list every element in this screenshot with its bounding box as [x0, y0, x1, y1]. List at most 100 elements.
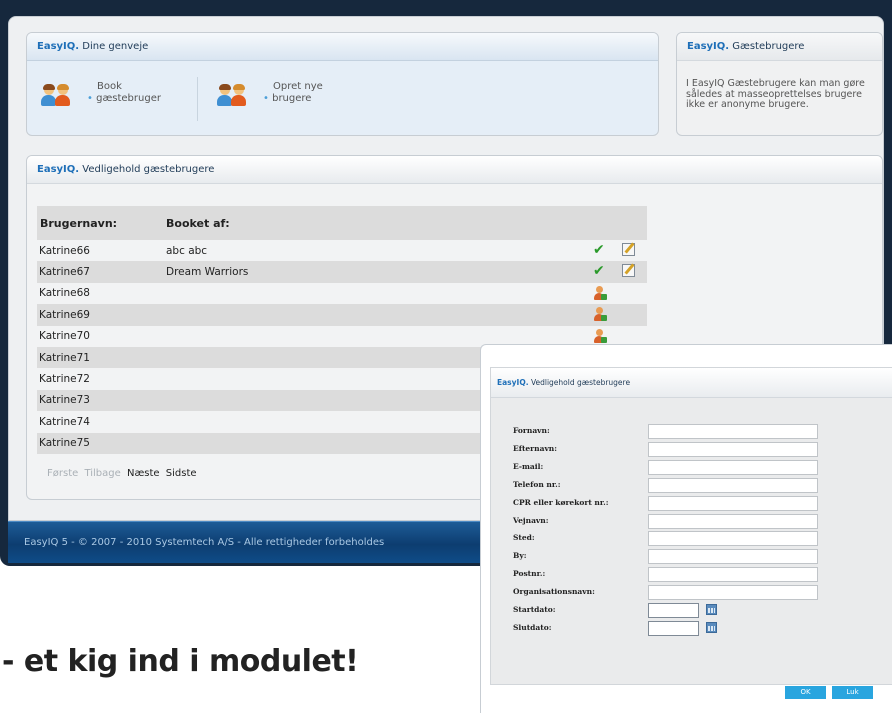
field-label: Slutdato: — [513, 622, 552, 632]
form-row: Organisationsnavn: — [513, 585, 892, 601]
shortcut-line2: brugere — [272, 93, 312, 104]
shortcut-divider — [197, 77, 198, 121]
shortcut-line1: Opret nye — [273, 81, 323, 92]
shortcuts-panel-header: EasyIQ. Dine genveje — [27, 33, 658, 61]
table-row[interactable]: Katrine68 — [37, 282, 647, 305]
column-header-username: Brugernavn: — [40, 216, 118, 230]
field-label: Sted: — [513, 533, 535, 543]
cell-username: Katrine69 — [39, 308, 90, 321]
brand-label: EasyIQ. — [497, 378, 529, 387]
bullet: • — [263, 93, 269, 104]
brand-label: EasyIQ. — [687, 41, 730, 52]
cell-username: Katrine68 — [39, 287, 90, 300]
users-icon — [217, 83, 249, 109]
add-user-icon[interactable] — [593, 285, 607, 302]
footer-text: EasyIQ 5 - © 2007 - 2010 Systemtech A/S … — [24, 537, 385, 548]
bullet: • — [87, 93, 93, 104]
form-row: Telefon nr.: — [513, 477, 892, 493]
guest-info-panel: EasyIQ. Gæstebrugere I EasyIQ Gæstebruge… — [676, 32, 883, 136]
form-row: Fornavn: — [513, 424, 892, 439]
text-input[interactable] — [648, 495, 818, 511]
table-row[interactable]: Katrine67 Dream Warriors ✔ — [37, 261, 647, 283]
cell-username: Katrine67 — [39, 266, 90, 279]
cell-username: Katrine74 — [39, 415, 90, 428]
date-input[interactable] — [648, 620, 699, 636]
calendar-icon[interactable] — [706, 604, 717, 615]
shortcut-line1: Book — [97, 81, 122, 92]
add-user-icon[interactable] — [593, 328, 607, 345]
field-label: Telefon nr.: — [513, 479, 561, 489]
calendar-icon[interactable] — [706, 621, 717, 633]
shortcut-create-users[interactable]: Opret nye • brugere — [217, 81, 323, 125]
text-input[interactable] — [648, 477, 818, 493]
cell-username: Katrine71 — [39, 351, 90, 364]
field-label: Startdato: — [513, 605, 556, 614]
form-row: E-mail: — [513, 459, 892, 475]
pager-first[interactable]: Første — [47, 468, 78, 479]
guest-info-description: I EasyIQ Gæstebrugere kan man gøre såled… — [686, 78, 865, 110]
stage: EasyIQ 5 - © 2007 - 2010 Systemtech A/S … — [0, 0, 892, 713]
form-row: By: — [513, 549, 892, 565]
dialog-title: Vedligehold gæstebrugere — [530, 378, 631, 387]
form-row: Startdato: — [513, 603, 892, 618]
guest-info-header: EasyIQ. Gæstebrugere — [677, 33, 882, 61]
table-header: Brugernavn: Booket af: — [37, 206, 647, 240]
pager: Første Tilbage Næste Sidste — [47, 468, 200, 479]
close-button[interactable]: Luk — [832, 686, 873, 699]
shortcut-book-guest[interactable]: Book • gæstebruger — [41, 81, 161, 125]
text-input[interactable] — [648, 585, 818, 601]
cell-username: Katrine73 — [39, 394, 90, 407]
edit-icon[interactable] — [622, 264, 635, 278]
form-row: Sted: — [513, 531, 892, 547]
check-icon: ✔ — [593, 263, 605, 280]
text-input[interactable] — [648, 424, 818, 439]
shortcut-create-users-label[interactable]: Opret nye • brugere — [263, 81, 323, 105]
text-input[interactable] — [648, 441, 818, 457]
cell-username: Katrine66 — [39, 244, 90, 257]
field-label: Organisationsnavn: — [513, 587, 595, 597]
dialog-panel: EasyIQ. Vedligehold gæstebrugere Fornavn… — [490, 367, 892, 685]
date-input[interactable] — [648, 603, 699, 618]
text-input[interactable] — [648, 567, 818, 583]
pager-next[interactable]: Næste — [127, 468, 160, 479]
check-icon: ✔ — [593, 242, 605, 258]
brand-label: EasyIQ. — [37, 41, 80, 52]
field-label: Efternavn: — [513, 443, 558, 453]
text-input[interactable] — [648, 513, 818, 529]
maintain-header: EasyIQ. Vedligehold gæstebrugere — [27, 156, 882, 184]
pager-last[interactable]: Sidste — [166, 468, 197, 479]
maintain-guest-dialog: EasyIQ. Vedligehold gæstebrugere Fornavn… — [480, 344, 892, 713]
text-input[interactable] — [648, 531, 818, 547]
cell-booked-by: abc abc — [166, 244, 208, 257]
edit-icon[interactable] — [622, 243, 635, 256]
form-row: CPR eller kørekort nr.: — [513, 495, 892, 511]
shortcut-line2: gæstebruger — [96, 93, 161, 104]
users-icon — [41, 83, 73, 109]
form-row: Slutdato: — [513, 620, 892, 636]
text-input[interactable] — [648, 459, 818, 475]
field-label: CPR eller kørekort nr.: — [513, 497, 609, 507]
add-user-icon[interactable] — [593, 307, 607, 323]
field-label: Fornavn: — [513, 426, 550, 435]
table-row[interactable]: Katrine69 — [37, 304, 647, 326]
cell-username: Katrine72 — [39, 373, 90, 386]
dialog-header: EasyIQ. Vedligehold gæstebrugere — [491, 368, 892, 398]
form-row: Efternavn: — [513, 441, 892, 457]
shortcut-book-guest-label[interactable]: Book • gæstebruger — [87, 81, 161, 105]
field-label: Vejnavn: — [513, 515, 549, 525]
field-label: By: — [513, 551, 527, 561]
shortcuts-title: Dine genveje — [82, 41, 149, 52]
cell-username: Katrine70 — [39, 330, 90, 343]
column-header-booked-by: Booket af: — [166, 216, 230, 230]
pager-prev[interactable]: Tilbage — [84, 468, 120, 479]
tagline: - et kig ind i modulet! — [2, 644, 359, 679]
shortcuts-panel: EasyIQ. Dine genveje Book • gæstebruger … — [26, 32, 659, 136]
field-label: E-mail: — [513, 461, 544, 471]
cell-booked-by: Dream Warriors — [166, 266, 249, 279]
brand-label: EasyIQ. — [37, 164, 80, 175]
guest-info-title: Gæstebrugere — [732, 41, 805, 52]
table-row[interactable]: Katrine66 abc abc ✔ — [37, 240, 647, 262]
text-input[interactable] — [648, 549, 818, 565]
form-row: Vejnavn: — [513, 513, 892, 529]
ok-button[interactable]: OK — [785, 686, 826, 699]
